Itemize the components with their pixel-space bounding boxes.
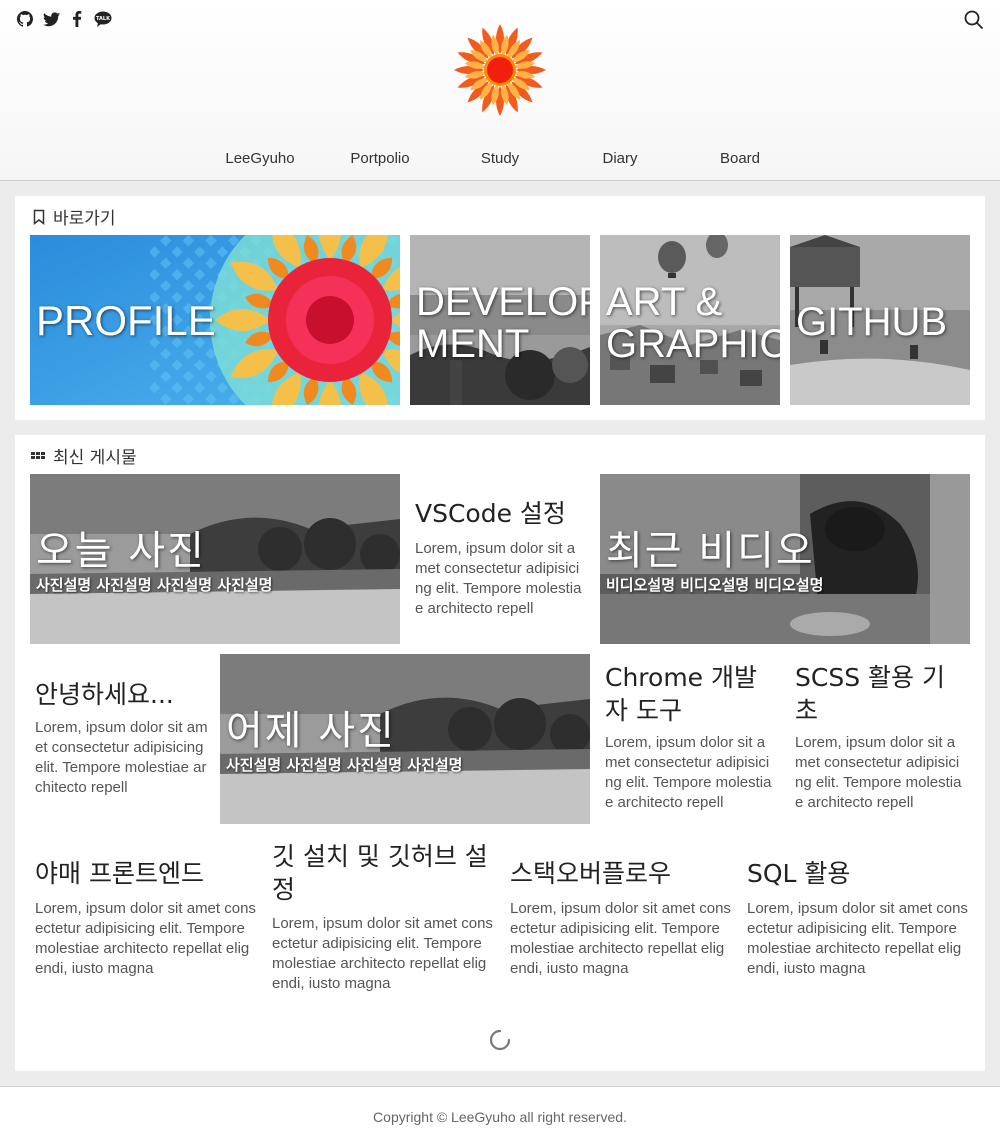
- post-hello[interactable]: 안녕하세요... Lorem, ipsum dolor sit amet con…: [35, 679, 210, 819]
- shortcut-art-graphic-label: ART & GRAPHIC: [606, 280, 780, 366]
- site-footer: Copyright © LeeGyuho all right reserved.: [0, 1086, 1000, 1146]
- github-icon[interactable]: [16, 10, 34, 28]
- shortcut-github-tile[interactable]: GITHUB: [790, 235, 970, 405]
- nav-item-portpolio[interactable]: Portpolio: [320, 150, 440, 167]
- post-frontend-title: 야매 프론트엔드: [35, 859, 204, 888]
- copyright-text: Copyright © LeeGyuho all right reserved.: [373, 1109, 627, 1125]
- shortcut-profile-label: PROFILE: [36, 297, 216, 344]
- shortcut-art-graphic-tile[interactable]: ART & GRAPHIC: [600, 235, 780, 405]
- post-yesterday-photo-title: 어제 사진: [226, 708, 396, 754]
- search-icon[interactable]: [964, 10, 984, 30]
- twitter-icon[interactable]: [42, 10, 60, 28]
- post-hello-excerpt: Lorem, ipsum dolor sit amet consectetur …: [35, 718, 208, 796]
- post-stackoverflow-excerpt: Lorem, ipsum dolor sit amet consectetur …: [510, 899, 731, 977]
- post-git[interactable]: 깃 설치 및 깃허브 설정 Lorem, ipsum dolor sit ame…: [272, 841, 494, 1001]
- shortcut-development-label: DEVELOP MENT: [416, 280, 590, 366]
- shortcut-github-label: GITHUB: [796, 300, 948, 344]
- post-vscode[interactable]: VSCode 설정 Lorem, ipsum dolor sit amet co…: [415, 498, 587, 628]
- post-scss-excerpt: Lorem, ipsum dolor sit amet consectetur …: [795, 734, 962, 811]
- shortcuts-title-text: 바로가기: [53, 209, 116, 229]
- recent-posts-title-text: 최신 게시물: [53, 448, 137, 468]
- post-vscode-title: VSCode 설정: [415, 499, 566, 528]
- post-recent-video-title: 최근 비디오: [606, 528, 815, 574]
- post-today-photo-desc: 사진설명 사진설명 사진설명 사진설명: [36, 576, 273, 594]
- nav-item-leegyuho[interactable]: LeeGyuho: [200, 150, 320, 167]
- post-chrome-title: Chrome 개발자 도구: [605, 663, 758, 725]
- post-vscode-excerpt: Lorem, ipsum dolor sit amet consectetur …: [415, 539, 582, 617]
- post-recent-video-desc: 비디오설명 비디오설명 비디오설명: [606, 576, 824, 594]
- post-sql-title: SQL 활용: [747, 859, 851, 888]
- nav-item-study[interactable]: Study: [440, 150, 560, 167]
- post-hello-title: 안녕하세요...: [35, 680, 174, 709]
- kakaotalk-icon[interactable]: TALK: [94, 10, 112, 28]
- post-sql-excerpt: Lorem, ipsum dolor sit amet consectetur …: [747, 899, 968, 977]
- post-stackoverflow[interactable]: 스택오버플로우 Lorem, ipsum dolor sit amet cons…: [510, 858, 732, 988]
- post-recent-video[interactable]: 최근 비디오 비디오설명 비디오설명 비디오설명: [600, 474, 970, 644]
- svg-text:TALK: TALK: [96, 16, 111, 22]
- shortcuts-title: 바로가기: [31, 204, 116, 229]
- post-frontend-excerpt: Lorem, ipsum dolor sit amet consectetur …: [35, 899, 256, 977]
- nav-item-diary[interactable]: Diary: [560, 150, 680, 167]
- social-links: TALK: [16, 10, 112, 28]
- shortcuts-panel: 바로가기 PROFILE DEVELOP MENT ART & GRAPHIC …: [15, 196, 985, 420]
- post-scss[interactable]: SCSS 활용 기초 Lorem, ipsum dolor sit amet c…: [795, 662, 967, 822]
- post-yesterday-photo[interactable]: 어제 사진 사진설명 사진설명 사진설명 사진설명: [220, 654, 590, 824]
- post-scss-title: SCSS 활용 기초: [795, 663, 945, 725]
- post-frontend[interactable]: 야매 프론트엔드 Lorem, ipsum dolor sit amet con…: [35, 858, 257, 988]
- nav-item-board[interactable]: Board: [680, 150, 800, 167]
- recent-posts-title: 최신 게시물: [31, 443, 137, 468]
- grid-icon: [31, 448, 47, 464]
- post-git-excerpt: Lorem, ipsum dolor sit amet consectetur …: [272, 915, 493, 992]
- shortcut-profile-tile[interactable]: PROFILE: [30, 235, 400, 405]
- facebook-icon[interactable]: [68, 10, 86, 28]
- site-logo[interactable]: [448, 18, 552, 122]
- post-chrome[interactable]: Chrome 개발자 도구 Lorem, ipsum dolor sit ame…: [605, 662, 777, 822]
- loading-spinner-icon: [489, 1029, 511, 1051]
- post-today-photo[interactable]: 오늘 사진 사진설명 사진설명 사진설명 사진설명: [30, 474, 400, 644]
- post-today-photo-title: 오늘 사진: [36, 528, 206, 574]
- post-chrome-excerpt: Lorem, ipsum dolor sit amet consectetur …: [605, 734, 772, 811]
- post-stackoverflow-title: 스택오버플로우: [510, 859, 672, 888]
- bookmark-icon: [31, 209, 47, 225]
- post-git-title: 깃 설치 및 깃허브 설정: [272, 842, 488, 904]
- shortcut-development-tile[interactable]: DEVELOP MENT: [410, 235, 590, 405]
- post-sql[interactable]: SQL 활용 Lorem, ipsum dolor sit amet conse…: [747, 858, 969, 988]
- main-nav: LeeGyuho Portpolio Study Diary Board: [200, 150, 800, 167]
- post-yesterday-photo-desc: 사진설명 사진설명 사진설명 사진설명: [226, 756, 463, 774]
- site-header: TALK LeeGyuho Portpolio Study Diary Boar…: [0, 0, 1000, 181]
